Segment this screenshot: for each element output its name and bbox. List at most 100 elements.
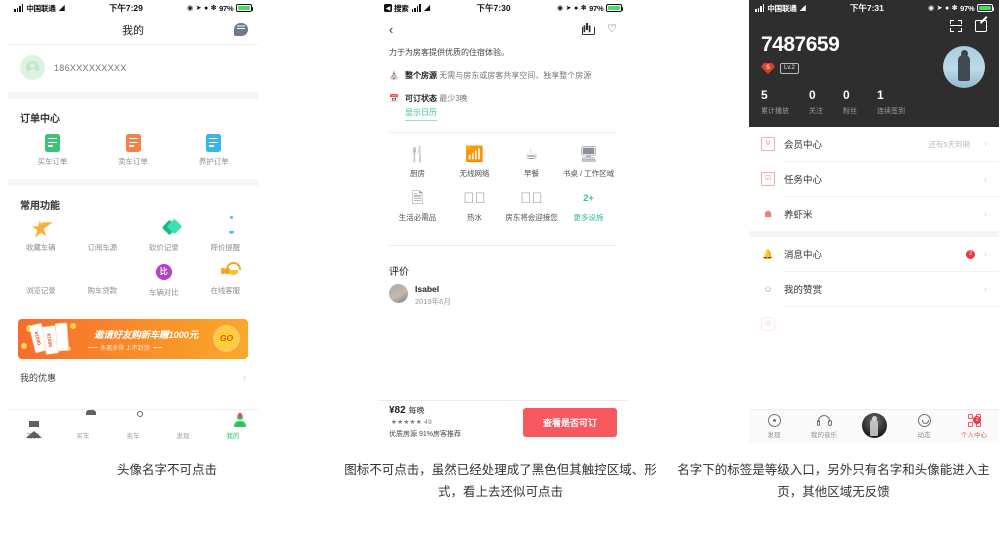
amenity-desk: 🖥 书桌 / 工作区域 — [560, 146, 617, 179]
bottom-tab-bar: 发现 我的音乐 动态 2 个人中心 — [749, 409, 999, 443]
tab-feed[interactable]: 动态 — [899, 413, 949, 439]
amenity-more[interactable]: 2+ 更多设施 — [560, 190, 617, 223]
grid-item-subscribe-cars[interactable]: 订阅车源 — [72, 219, 134, 253]
desk-icon: 🖥 — [578, 146, 599, 164]
booking-bar: ¥82 每晚 ★★★★★ 49 优质房源 91%房客推荐 查看是否可订 — [378, 400, 628, 443]
show-calendar-link[interactable]: 显示日历 — [405, 107, 437, 121]
menu-item-label: 会员中心 — [784, 140, 823, 151]
amenity-breakfast: ☕ 早餐 — [503, 146, 560, 179]
amenity-essentials: 🗎 生活必需品 — [389, 190, 446, 223]
share-icon[interactable] — [582, 23, 596, 35]
listing-lead-text: 力于为房客提供优质的住宿体验。 — [389, 48, 509, 57]
promo-banner[interactable]: ¥1000 ¥1000 邀请好友购新车赠1000元 多邀多得 上不封顶 GO — [18, 318, 248, 359]
feature-whole-place: ⛪ 整个房源 无需与房东或房客共享空间，独享整个房源 — [389, 61, 617, 84]
tab-sell-car[interactable]: 卖车 — [108, 414, 158, 440]
essentials-icon: 🗎 — [411, 190, 424, 208]
bill-graphic — [55, 322, 69, 351]
task-icon: ☑ — [761, 172, 775, 186]
clock-label: 下午7:29 — [108, 3, 143, 13]
tab-label: 我的 — [226, 432, 240, 440]
message-icon[interactable] — [234, 23, 248, 36]
menu-item-task-center[interactable]: ☑ 任务中心 › — [749, 162, 999, 196]
battery-percent: 97% — [589, 3, 604, 13]
profile-hero: 中国联通 ◢ 下午7:31 ◉ ➤ ● ✽ 97% 7487659 S Lv.2… — [749, 0, 999, 127]
chevron-right-icon: › — [984, 209, 987, 219]
back-button[interactable]: ‹ — [389, 23, 393, 36]
clock-label: 下午7:31 — [849, 3, 884, 13]
navigation-arrow-icon: ➤ — [195, 5, 202, 12]
banner-go-button[interactable]: GO — [215, 326, 238, 350]
menu-item-note: 还有5天到期 — [928, 139, 970, 149]
menu-item-partial[interactable]: ▦ — [749, 307, 999, 341]
menu-group-2: 🔔 消息中心 2 › ☺ 我的赞赏 › ▦ — [749, 237, 999, 341]
edit-icon[interactable] — [975, 20, 987, 32]
tab-my-music[interactable]: 我的音乐 — [799, 414, 849, 439]
grid-item-label: 订阅车源 — [87, 243, 118, 252]
bell-icon — [216, 219, 235, 238]
order-center-grid: 买车订单 卖车订单 养护订单 — [8, 128, 258, 179]
vip-diamond-icon[interactable]: S — [761, 63, 775, 74]
check-availability-button[interactable]: 查看是否可订 — [522, 407, 617, 437]
grid-item-maintenance-order[interactable]: 养护订单 — [173, 134, 254, 167]
heart-icon[interactable]: ♡ — [607, 23, 617, 35]
grid-item-browse-history[interactable]: 浏览记录 — [10, 262, 72, 298]
amenity-kitchen: 🍴 厨房 — [389, 146, 446, 179]
tab-mine[interactable]: 我的 — [208, 412, 258, 440]
price-row: ¥82 每晚 — [389, 405, 461, 416]
check-circle-icon: ✓⃝ — [520, 190, 543, 208]
grid-item-car-compare[interactable]: 比 车辆对比 — [133, 262, 195, 298]
tags-icon — [154, 218, 183, 238]
tab-label: 买车 — [76, 432, 90, 440]
grid-icon: ▦ — [761, 317, 775, 331]
grid-item-bargain-records[interactable]: 砍价记录 — [133, 218, 195, 253]
battery-icon — [977, 4, 995, 12]
my-coupon-row[interactable]: 我的优惠 › — [8, 359, 258, 396]
menu-item-label — [784, 319, 987, 330]
compare-icon: 比 — [154, 263, 173, 283]
grid-item-sell-order[interactable]: 卖车订单 — [93, 134, 174, 167]
grid-item-label: 卖车订单 — [118, 157, 148, 166]
tab-center-avatar[interactable] — [849, 412, 899, 441]
menu-item-my-appreciation[interactable]: ☺ 我的赞赏 › — [749, 272, 999, 306]
level-badge[interactable]: Lv.2 — [780, 63, 799, 74]
stat-value: 5 — [761, 88, 768, 102]
sell-order-icon — [125, 134, 141, 152]
menu-item-vip-center[interactable]: V 会员中心 还有5天到期 › — [749, 127, 999, 161]
clock-label: 下午7:30 — [476, 3, 511, 13]
bell-icon: 🔔 — [762, 248, 774, 259]
alarm-icon: ● — [573, 4, 579, 12]
check-circle-icon: ✓⃝ — [463, 190, 486, 208]
tab-buy-car[interactable]: 买车 — [58, 414, 108, 440]
tab-home[interactable]: 首页 — [8, 413, 58, 440]
menu-item-raise-shrimp[interactable]: ☗ 养虾米 › — [749, 197, 999, 231]
caption-panel-3: 名字下的标签是等级入口，另外只有名字和头像能进入主页，其他区域无反馈 — [677, 463, 990, 499]
amenity-label: 书桌 / 工作区域 — [562, 168, 615, 178]
smile-icon — [917, 413, 931, 427]
back-to-app-pill[interactable]: ◀ 搜索 — [384, 3, 409, 14]
tab-label: 发现 — [767, 432, 781, 440]
amenity-label: 无线网络 — [459, 168, 490, 178]
tab-user-center[interactable]: 2 个人中心 — [949, 413, 999, 439]
compass-icon — [176, 414, 191, 428]
menu-item-label: 我的赞赏 — [784, 285, 823, 296]
grid-item-favorite-cars[interactable]: 收藏车辆 — [10, 219, 72, 253]
signal-bars-icon — [14, 4, 24, 12]
scan-icon[interactable] — [950, 20, 962, 32]
bluetooth-icon: ✽ — [210, 5, 217, 12]
amenity-count: 2+ — [583, 193, 594, 205]
grid-item-price-alert[interactable]: 降价提醒 — [195, 219, 257, 253]
rating-row: ★★★★★ 49 — [389, 418, 461, 426]
avatar[interactable] — [943, 46, 985, 88]
stars-icon: ★★★★★ — [391, 419, 423, 427]
grid-item-buy-order[interactable]: 买车订单 — [12, 134, 93, 167]
amenities-grid: 🍴 厨房 📶 无线网络 ☕ 早餐 🖥 书桌 / 工作区域 🗎 生活必需品 ✓⃝ … — [389, 142, 617, 236]
grid-item-car-loan[interactable]: 购车贷款 — [72, 262, 134, 298]
tab-discover[interactable]: 发现 — [749, 413, 799, 440]
my-coupon-label: 我的优惠 — [20, 372, 57, 383]
reviewer-info: Isabel 2019年6月 — [415, 284, 451, 307]
tab-discover[interactable]: 发现 — [158, 414, 208, 440]
menu-item-message-center[interactable]: 🔔 消息中心 2 › — [749, 237, 999, 271]
price-unit: 每晚 — [408, 405, 425, 415]
grid-item-online-support[interactable]: 在线客服 — [195, 262, 257, 298]
reviewer-name: Isabel — [415, 283, 440, 294]
